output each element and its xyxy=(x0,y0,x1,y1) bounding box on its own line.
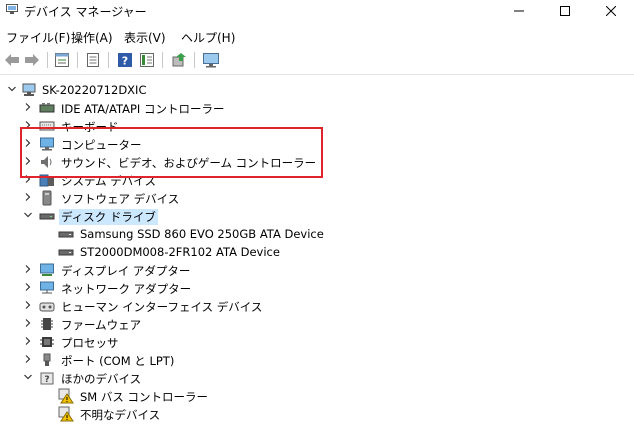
tree-item-label: SM バス コントローラー xyxy=(80,390,209,404)
tree-item-label: ポート (COM と LPT) xyxy=(61,354,175,368)
processor-icon xyxy=(40,337,54,347)
details-icon xyxy=(140,53,154,67)
firmware-icon xyxy=(41,318,53,330)
chevron-down-icon[interactable] xyxy=(7,84,17,94)
update-driver-button[interactable] xyxy=(170,51,188,69)
computer-icon xyxy=(22,83,36,96)
svg-text:?: ? xyxy=(122,55,128,68)
chevron-right-icon[interactable] xyxy=(23,264,33,274)
forward-button[interactable] xyxy=(23,51,41,69)
toolbar-separator xyxy=(162,52,163,68)
details-button[interactable] xyxy=(138,51,156,69)
tree-item-sm-bus[interactable]: SM バス コントローラー xyxy=(0,387,634,405)
warning-device-icon xyxy=(58,388,74,404)
disk-drive-icon xyxy=(58,249,74,256)
tree-item-label: ソフトウェア デバイス xyxy=(61,192,180,206)
tree-item-label: Samsung SSD 860 EVO 250GB ATA Device xyxy=(80,227,324,241)
menu-action[interactable]: 操作(A) xyxy=(71,29,113,46)
warning-device-icon xyxy=(58,406,74,422)
back-arrow-icon xyxy=(5,54,19,66)
toolbar: ? xyxy=(0,48,634,72)
display-adapter-icon xyxy=(40,263,54,276)
chevron-right-icon[interactable] xyxy=(23,300,33,310)
chevron-right-icon[interactable] xyxy=(23,336,33,346)
tree-item-ide-ata[interactable]: IDE ATA/ATAPI コントローラー xyxy=(0,99,634,117)
port-icon xyxy=(43,353,51,366)
minimize-button[interactable] xyxy=(496,0,542,22)
software-device-icon xyxy=(42,190,52,206)
tree-item-unknown-device[interactable]: 不明なデバイス xyxy=(0,405,634,423)
menu-file[interactable]: ファイル(F) xyxy=(6,29,70,46)
toolbar-separator xyxy=(108,52,109,68)
disk-drive-icon xyxy=(39,213,55,220)
minimize-icon xyxy=(514,10,524,12)
help-icon: ? xyxy=(118,53,132,68)
scan-hardware-button[interactable] xyxy=(202,51,220,69)
chevron-right-icon[interactable] xyxy=(23,354,33,364)
toolbar-separator xyxy=(194,52,195,68)
tree-item-firmware[interactable]: ファームウェア xyxy=(0,315,634,333)
maximize-icon xyxy=(560,6,570,16)
highlight-annotation-box xyxy=(20,127,323,178)
tree-root[interactable]: SK-20220712DXIC xyxy=(0,81,634,99)
toolbar-divider xyxy=(0,74,634,75)
ide-controller-icon xyxy=(39,103,55,113)
list-view-icon xyxy=(87,53,99,67)
tree-item-software-devices[interactable]: ソフトウェア デバイス xyxy=(0,189,634,207)
properties-icon xyxy=(55,53,69,67)
tree-item-label: ネットワーク アダプター xyxy=(61,282,192,296)
menu-help[interactable]: ヘルプ(H) xyxy=(181,29,235,46)
tree-root-label: SK-20220712DXIC xyxy=(42,83,147,97)
tree-item-label: 不明なデバイス xyxy=(80,408,161,422)
help-button[interactable]: ? xyxy=(116,51,134,69)
network-adapter-icon xyxy=(40,281,54,294)
tree-item-label: ディスプレイ アダプター xyxy=(61,264,191,278)
unknown-device-icon: ? xyxy=(40,372,54,385)
chevron-right-icon[interactable] xyxy=(23,192,33,202)
tree-item-st2000dm008[interactable]: ST2000DM008-2FR102 ATA Device xyxy=(0,243,634,261)
tree-item-label: プロセッサ xyxy=(61,336,119,350)
tree-item-samsung-ssd[interactable]: Samsung SSD 860 EVO 250GB ATA Device xyxy=(0,225,634,243)
monitor-icon xyxy=(203,53,219,68)
disk-drive-icon xyxy=(58,231,74,238)
properties-button[interactable] xyxy=(53,51,71,69)
hid-icon xyxy=(39,302,55,312)
chevron-right-icon[interactable] xyxy=(23,102,33,112)
tree-item-other-devices[interactable]: ? ほかのデバイス xyxy=(0,369,634,387)
chevron-right-icon[interactable] xyxy=(23,318,33,328)
tree-item-display-adapters[interactable]: ディスプレイ アダプター xyxy=(0,261,634,279)
svg-text:?: ? xyxy=(44,375,49,385)
tree-item-label: IDE ATA/ATAPI コントローラー xyxy=(61,102,225,116)
back-button[interactable] xyxy=(3,51,21,69)
list-view-button[interactable] xyxy=(84,51,102,69)
close-icon xyxy=(606,6,616,16)
title-bar: デバイス マネージャー xyxy=(0,0,634,22)
tree-item-hid[interactable]: ヒューマン インターフェイス デバイス xyxy=(0,297,634,315)
tree-item-label: ほかのデバイス xyxy=(61,372,142,386)
close-button[interactable] xyxy=(588,0,634,22)
update-driver-icon xyxy=(172,53,186,67)
chevron-down-icon[interactable] xyxy=(23,210,33,220)
tree-item-label: ヒューマン インターフェイス デバイス xyxy=(61,300,263,314)
menu-view[interactable]: 表示(V) xyxy=(124,29,166,46)
tree-item-disk-drives[interactable]: ディスク ドライブ xyxy=(0,207,634,225)
maximize-button[interactable] xyxy=(542,0,588,22)
tree-item-processor[interactable]: プロセッサ xyxy=(0,333,634,351)
tree-item-ports[interactable]: ポート (COM と LPT) xyxy=(0,351,634,369)
window-title: デバイス マネージャー xyxy=(24,5,147,19)
tree-item-label: ST2000DM008-2FR102 ATA Device xyxy=(80,245,280,259)
menu-bar: ファイル(F) 操作(A) 表示(V) ヘルプ(H) xyxy=(0,26,634,46)
device-manager-app-icon xyxy=(6,4,18,15)
tree-item-label: ファームウェア xyxy=(61,318,142,332)
tree-item-network-adapters[interactable]: ネットワーク アダプター xyxy=(0,279,634,297)
chevron-down-icon[interactable] xyxy=(23,372,33,382)
toolbar-separator xyxy=(47,52,48,68)
toolbar-separator xyxy=(77,52,78,68)
tree-item-label: ディスク ドライブ xyxy=(59,209,158,225)
forward-arrow-icon xyxy=(25,54,39,66)
chevron-right-icon[interactable] xyxy=(23,282,33,292)
